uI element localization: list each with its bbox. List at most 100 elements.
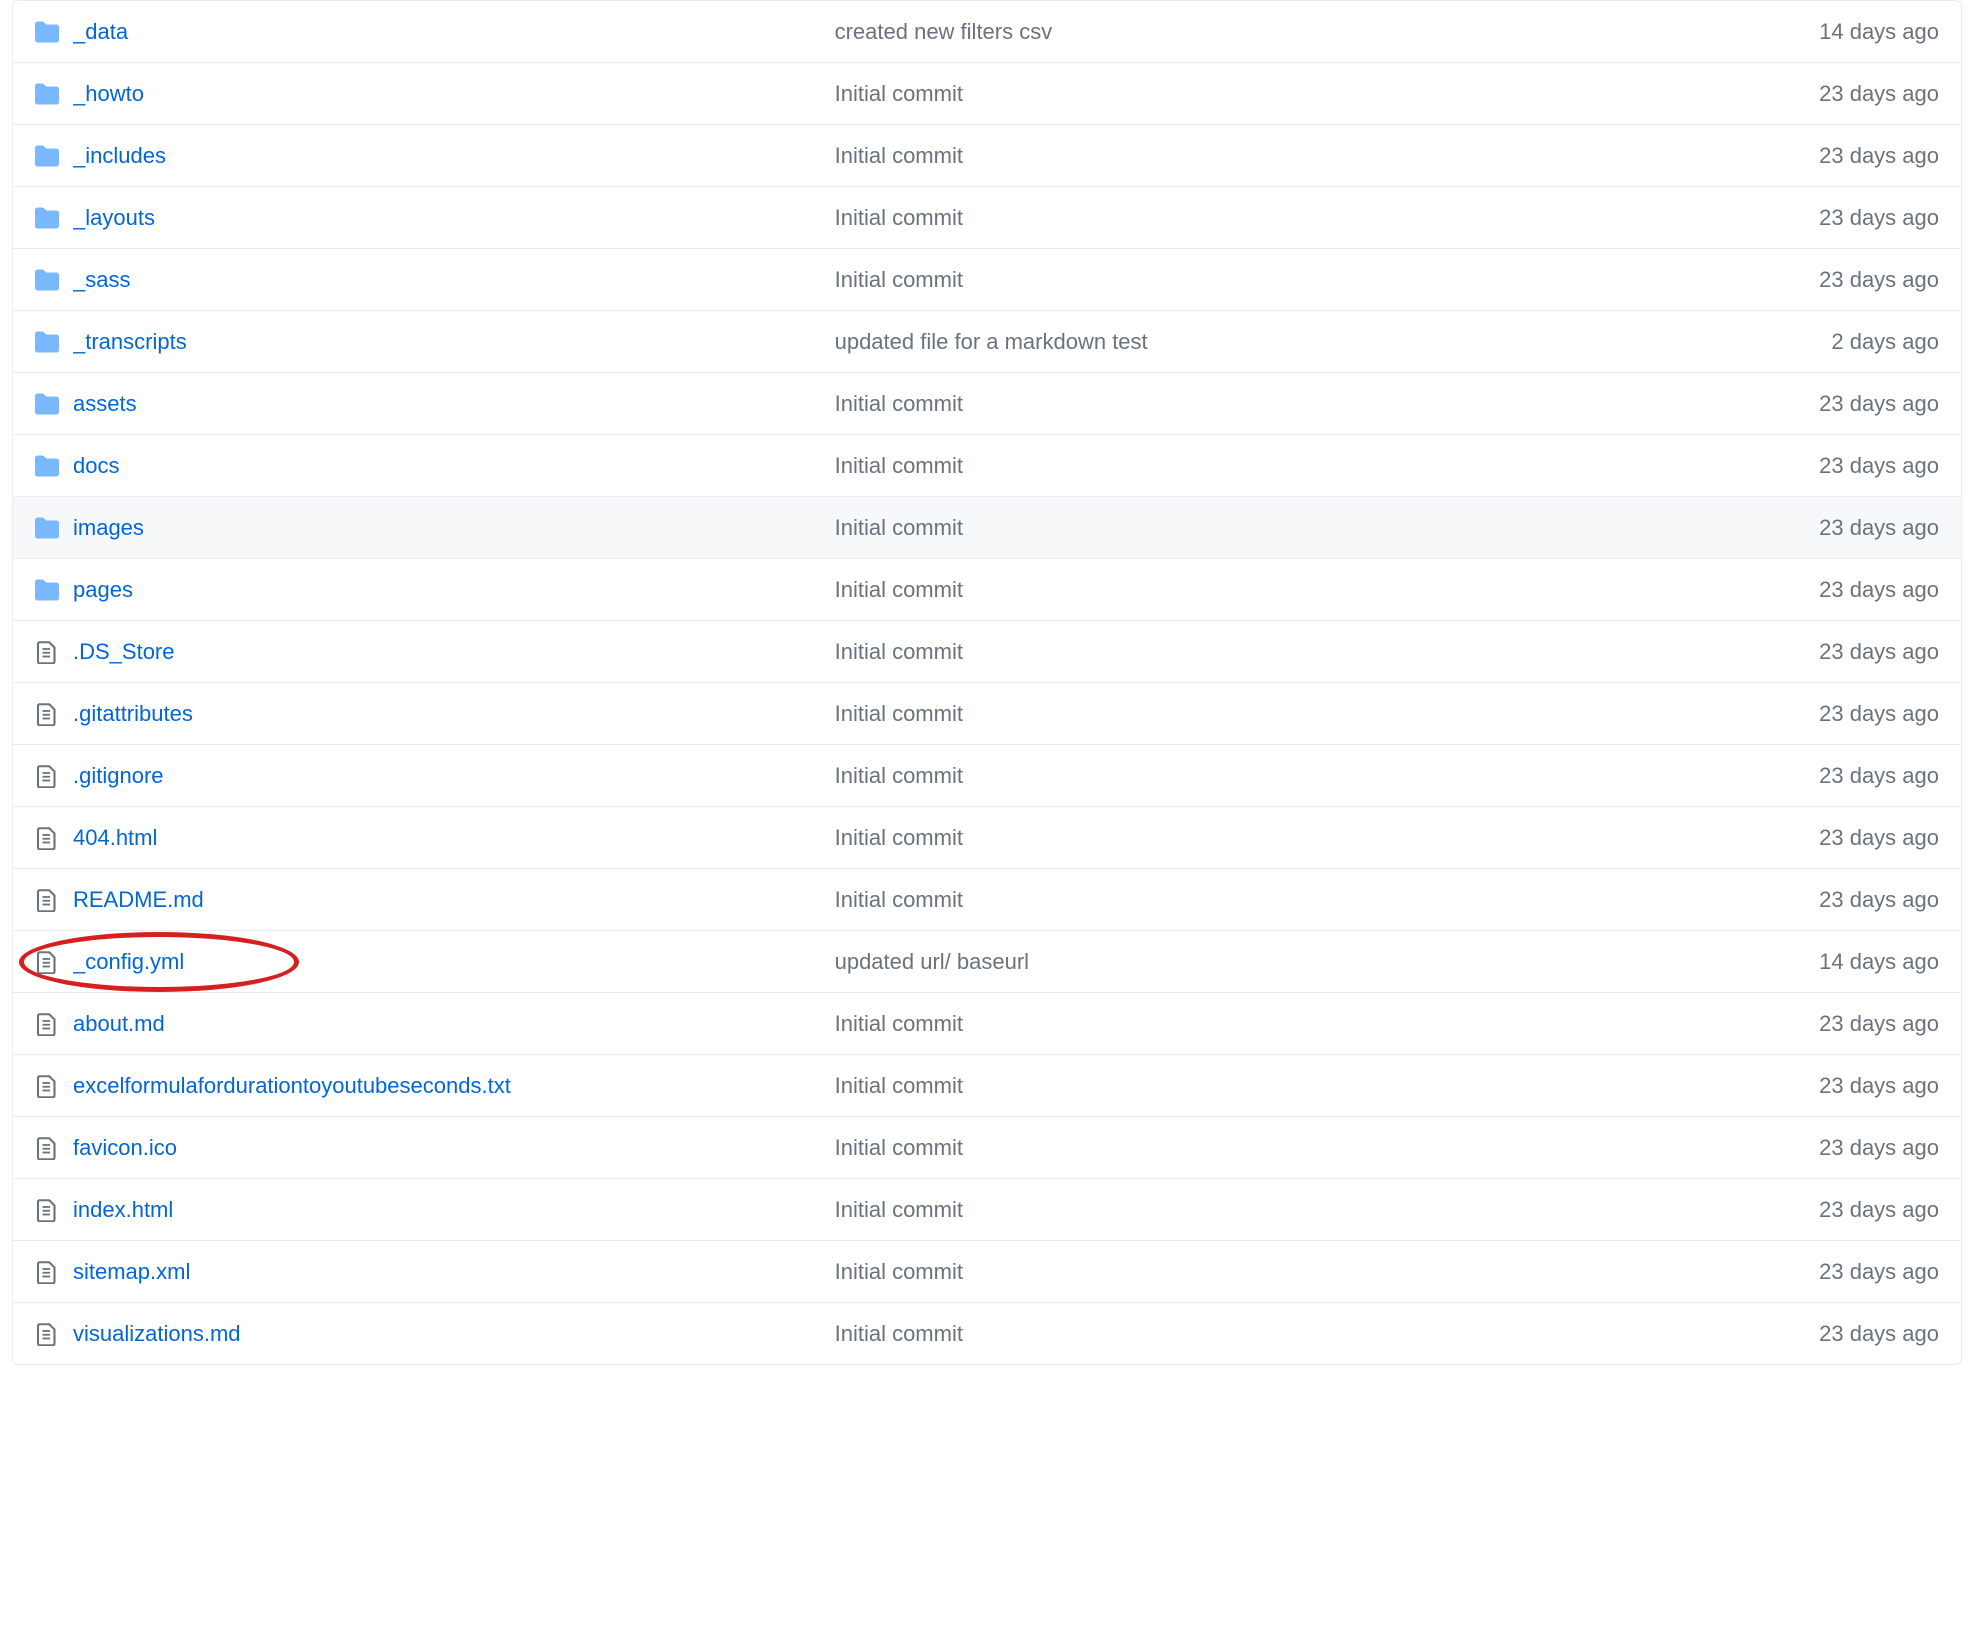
file-age-text: 23 days ago — [1799, 883, 1939, 916]
commit-message-link[interactable]: Initial commit — [835, 1069, 1800, 1102]
file-name-link[interactable]: visualizations.md — [73, 1317, 835, 1350]
file-age-text: 14 days ago — [1799, 15, 1939, 48]
file-name-link[interactable]: excelformulafordurationtoyoutubeseconds.… — [73, 1069, 835, 1102]
folder-icon — [35, 144, 59, 168]
file-name-link[interactable]: 404.html — [73, 821, 835, 854]
folder-icon — [35, 20, 59, 44]
file-age-text: 23 days ago — [1799, 1193, 1939, 1226]
folder-icon — [35, 330, 59, 354]
file-name-link[interactable]: .gitignore — [73, 759, 835, 792]
file-name-link[interactable]: index.html — [73, 1193, 835, 1226]
file-age-text: 23 days ago — [1799, 1255, 1939, 1288]
file-row: excelformulafordurationtoyoutubeseconds.… — [13, 1054, 1961, 1116]
file-name-link[interactable]: about.md — [73, 1007, 835, 1040]
folder-icon — [35, 392, 59, 416]
file-age-text: 23 days ago — [1799, 449, 1939, 482]
file-icon — [35, 888, 59, 912]
file-age-text: 23 days ago — [1799, 635, 1939, 668]
file-name-link[interactable]: _config.yml — [73, 945, 835, 978]
file-list: _data created new filters csv 14 days ag… — [12, 0, 1962, 1365]
file-age-text: 23 days ago — [1799, 573, 1939, 606]
commit-message-link[interactable]: Initial commit — [835, 1007, 1800, 1040]
file-age-text: 23 days ago — [1799, 387, 1939, 420]
file-row: _sass Initial commit 23 days ago — [13, 248, 1961, 310]
file-row: assets Initial commit 23 days ago — [13, 372, 1961, 434]
commit-message-link[interactable]: Initial commit — [835, 821, 1800, 854]
commit-message-link[interactable]: Initial commit — [835, 387, 1800, 420]
commit-message-link[interactable]: Initial commit — [835, 263, 1800, 296]
file-name-link[interactable]: _data — [73, 15, 835, 48]
commit-message-link[interactable]: Initial commit — [835, 139, 1800, 172]
file-age-text: 2 days ago — [1811, 325, 1939, 358]
commit-message-link[interactable]: Initial commit — [835, 1317, 1800, 1350]
file-name-link[interactable]: _layouts — [73, 201, 835, 234]
file-icon — [35, 1260, 59, 1284]
file-row: _config.yml updated url/ baseurl 14 days… — [13, 930, 1961, 992]
file-icon — [35, 1074, 59, 1098]
file-icon — [35, 1198, 59, 1222]
file-age-text: 23 days ago — [1799, 77, 1939, 110]
file-icon — [35, 702, 59, 726]
file-row: favicon.ico Initial commit 23 days ago — [13, 1116, 1961, 1178]
commit-message-link[interactable]: Initial commit — [835, 1193, 1800, 1226]
file-name-link[interactable]: _sass — [73, 263, 835, 296]
file-name-link[interactable]: pages — [73, 573, 835, 606]
folder-icon — [35, 578, 59, 602]
file-name-link[interactable]: images — [73, 511, 835, 544]
file-row: _includes Initial commit 23 days ago — [13, 124, 1961, 186]
file-row: index.html Initial commit 23 days ago — [13, 1178, 1961, 1240]
commit-message-link[interactable]: Initial commit — [835, 573, 1800, 606]
file-row: visualizations.md Initial commit 23 days… — [13, 1302, 1961, 1364]
commit-message-link[interactable]: Initial commit — [835, 759, 1800, 792]
commit-message-link[interactable]: Initial commit — [835, 635, 1800, 668]
file-name-link[interactable]: _howto — [73, 77, 835, 110]
file-name-link[interactable]: sitemap.xml — [73, 1255, 835, 1288]
commit-message-link[interactable]: Initial commit — [835, 697, 1800, 730]
file-name-link[interactable]: docs — [73, 449, 835, 482]
file-row: README.md Initial commit 23 days ago — [13, 868, 1961, 930]
commit-message-link[interactable]: Initial commit — [835, 449, 1800, 482]
file-age-text: 23 days ago — [1799, 1069, 1939, 1102]
file-age-text: 23 days ago — [1799, 263, 1939, 296]
file-icon — [35, 1012, 59, 1036]
file-age-text: 23 days ago — [1799, 1131, 1939, 1164]
file-age-text: 23 days ago — [1799, 759, 1939, 792]
file-age-text: 14 days ago — [1799, 945, 1939, 978]
file-name-link[interactable]: assets — [73, 387, 835, 420]
file-row: _transcripts updated file for a markdown… — [13, 310, 1961, 372]
commit-message-link[interactable]: Initial commit — [835, 201, 1800, 234]
file-age-text: 23 days ago — [1799, 697, 1939, 730]
file-row: 404.html Initial commit 23 days ago — [13, 806, 1961, 868]
commit-message-link[interactable]: updated url/ baseurl — [835, 945, 1800, 978]
commit-message-link[interactable]: updated file for a markdown test — [835, 325, 1812, 358]
file-row: _data created new filters csv 14 days ag… — [13, 1, 1961, 62]
file-name-link[interactable]: .DS_Store — [73, 635, 835, 668]
commit-message-link[interactable]: Initial commit — [835, 511, 1800, 544]
file-name-link[interactable]: favicon.ico — [73, 1131, 835, 1164]
folder-icon — [35, 206, 59, 230]
file-row: pages Initial commit 23 days ago — [13, 558, 1961, 620]
file-icon — [35, 640, 59, 664]
folder-icon — [35, 268, 59, 292]
commit-message-link[interactable]: Initial commit — [835, 883, 1800, 916]
file-age-text: 23 days ago — [1799, 821, 1939, 854]
commit-message-link[interactable]: Initial commit — [835, 77, 1800, 110]
file-name-link[interactable]: _includes — [73, 139, 835, 172]
file-row: sitemap.xml Initial commit 23 days ago — [13, 1240, 1961, 1302]
file-age-text: 23 days ago — [1799, 511, 1939, 544]
file-age-text: 23 days ago — [1799, 1317, 1939, 1350]
file-name-link[interactable]: .gitattributes — [73, 697, 835, 730]
folder-icon — [35, 454, 59, 478]
folder-icon — [35, 516, 59, 540]
commit-message-link[interactable]: created new filters csv — [835, 15, 1800, 48]
commit-message-link[interactable]: Initial commit — [835, 1131, 1800, 1164]
file-row: .gitignore Initial commit 23 days ago — [13, 744, 1961, 806]
file-name-link[interactable]: README.md — [73, 883, 835, 916]
file-row: docs Initial commit 23 days ago — [13, 434, 1961, 496]
file-row: _layouts Initial commit 23 days ago — [13, 186, 1961, 248]
commit-message-link[interactable]: Initial commit — [835, 1255, 1800, 1288]
file-row: .gitattributes Initial commit 23 days ag… — [13, 682, 1961, 744]
file-name-link[interactable]: _transcripts — [73, 325, 835, 358]
file-icon — [35, 826, 59, 850]
file-age-text: 23 days ago — [1799, 201, 1939, 234]
